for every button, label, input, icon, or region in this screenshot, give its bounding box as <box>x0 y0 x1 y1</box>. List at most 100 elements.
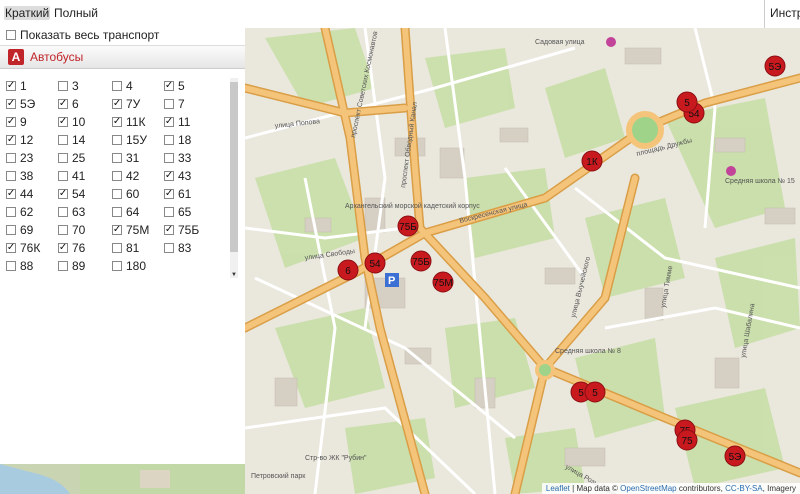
route-toggle[interactable]: ✓ 11К <box>112 114 145 130</box>
route-checkbox[interactable]: ✓ <box>58 99 68 109</box>
route-checkbox[interactable]: ✓ <box>112 99 122 109</box>
route-checkbox[interactable] <box>112 171 122 181</box>
route-toggle[interactable]: ✓ 76 <box>58 240 85 256</box>
route-checkbox[interactable] <box>58 171 68 181</box>
osm-link[interactable]: OpenStreetMap <box>620 484 676 493</box>
bus-marker[interactable]: 5 <box>676 91 698 113</box>
route-toggle[interactable]: ✓ 5 <box>164 78 185 94</box>
bus-marker[interactable]: 75Б <box>410 250 432 272</box>
bus-marker[interactable]: 75 <box>676 429 698 451</box>
show-all-checkbox[interactable] <box>6 30 16 40</box>
route-toggle[interactable]: 81 <box>112 240 139 256</box>
route-toggle[interactable]: 62 <box>6 204 33 220</box>
route-toggle[interactable]: ✓ 1 <box>6 78 27 94</box>
route-checkbox[interactable]: ✓ <box>164 117 174 127</box>
route-checkbox[interactable]: ✓ <box>164 189 174 199</box>
route-checkbox[interactable]: ✓ <box>164 225 174 235</box>
route-checkbox[interactable]: ✓ <box>6 99 16 109</box>
route-checkbox[interactable]: ✓ <box>58 117 68 127</box>
route-checkbox[interactable]: ✓ <box>164 81 174 91</box>
route-toggle[interactable]: 4 <box>112 78 133 94</box>
route-checkbox[interactable] <box>164 243 174 253</box>
route-checkbox[interactable] <box>112 81 122 91</box>
route-toggle[interactable]: 14 <box>58 132 85 148</box>
bus-section-header[interactable]: А Автобусы <box>0 45 245 69</box>
route-checkbox[interactable]: ✓ <box>6 243 16 253</box>
route-toggle[interactable]: ✓ 76К <box>6 240 40 256</box>
license-link[interactable]: CC-BY-SA <box>725 484 763 493</box>
route-toggle[interactable]: 31 <box>112 150 139 166</box>
route-toggle[interactable]: 41 <box>58 168 85 184</box>
route-toggle[interactable]: 88 <box>6 258 33 274</box>
route-toggle[interactable]: 18 <box>164 132 191 148</box>
route-toggle[interactable]: ✓ 11 <box>164 114 190 130</box>
route-toggle[interactable]: ✓ 5Э <box>6 96 35 112</box>
leaflet-link[interactable]: Leaflet <box>546 484 570 493</box>
route-checkbox[interactable] <box>58 207 68 217</box>
route-toggle[interactable]: 25 <box>58 150 85 166</box>
route-checkbox[interactable] <box>58 153 68 163</box>
route-toggle[interactable]: 69 <box>6 222 33 238</box>
route-toggle[interactable]: ✓ 7У <box>112 96 140 112</box>
route-checkbox[interactable]: ✓ <box>6 117 16 127</box>
tools-link[interactable]: Инстр <box>770 6 800 20</box>
route-checkbox[interactable] <box>112 261 122 271</box>
route-toggle[interactable]: 23 <box>6 150 33 166</box>
bus-marker[interactable]: 54 <box>364 252 386 274</box>
routes-scrollbar[interactable]: ▼ <box>230 78 238 278</box>
route-checkbox[interactable]: ✓ <box>112 117 122 127</box>
route-checkbox[interactable] <box>6 153 16 163</box>
route-checkbox[interactable] <box>164 99 174 109</box>
route-checkbox[interactable] <box>58 225 68 235</box>
bus-marker[interactable]: 75Б <box>397 215 419 237</box>
route-checkbox[interactable]: ✓ <box>6 189 16 199</box>
route-toggle[interactable]: 15У <box>112 132 147 148</box>
route-checkbox[interactable] <box>164 207 174 217</box>
route-checkbox[interactable] <box>164 153 174 163</box>
route-toggle[interactable]: 65 <box>164 204 191 220</box>
route-toggle[interactable]: 33 <box>164 150 191 166</box>
route-checkbox[interactable]: ✓ <box>58 243 68 253</box>
bus-marker[interactable]: 75М <box>432 271 454 293</box>
route-toggle[interactable]: 83 <box>164 240 191 256</box>
route-toggle[interactable]: ✓ 54 <box>58 186 85 202</box>
bus-marker[interactable]: 5 <box>584 381 606 403</box>
route-toggle[interactable]: ✓ 43 <box>164 168 191 184</box>
route-checkbox[interactable] <box>6 225 16 235</box>
bus-marker[interactable]: 1К <box>581 150 603 172</box>
route-toggle[interactable]: ✓ 10 <box>58 114 85 130</box>
route-checkbox[interactable]: ✓ <box>164 171 174 181</box>
route-checkbox[interactable] <box>58 261 68 271</box>
route-toggle[interactable]: 89 <box>58 258 85 274</box>
route-toggle[interactable]: 3 <box>58 78 79 94</box>
route-checkbox[interactable]: ✓ <box>58 189 68 199</box>
route-toggle[interactable]: ✓ 6 <box>58 96 79 112</box>
route-toggle[interactable]: ✓ 75М <box>112 222 149 238</box>
route-checkbox[interactable] <box>6 261 16 271</box>
route-checkbox[interactable] <box>112 207 122 217</box>
route-toggle[interactable]: ✓ 12 <box>6 132 33 148</box>
route-checkbox[interactable] <box>112 243 122 253</box>
route-checkbox[interactable] <box>164 135 174 145</box>
route-checkbox[interactable] <box>6 171 16 181</box>
route-toggle[interactable]: 180 <box>112 258 146 274</box>
route-toggle[interactable]: ✓ 75Б <box>164 222 199 238</box>
route-checkbox[interactable] <box>112 189 122 199</box>
route-checkbox[interactable] <box>6 207 16 217</box>
route-toggle[interactable]: 64 <box>112 204 139 220</box>
route-checkbox[interactable]: ✓ <box>6 81 16 91</box>
route-toggle[interactable]: ✓ 61 <box>164 186 191 202</box>
route-toggle[interactable]: 7 <box>164 96 185 112</box>
show-all-toggle[interactable]: Показать весь транспорт <box>6 28 159 42</box>
route-toggle[interactable]: 42 <box>112 168 139 184</box>
map-view[interactable]: P Воскресенская улица проспект Советских… <box>245 28 800 494</box>
scroll-thumb[interactable] <box>230 82 238 252</box>
tab-full[interactable]: Полный <box>53 6 99 20</box>
route-checkbox[interactable] <box>112 135 122 145</box>
route-checkbox[interactable]: ✓ <box>6 135 16 145</box>
route-toggle[interactable]: ✓ 44 <box>6 186 33 202</box>
tab-short[interactable]: Краткий <box>4 6 51 20</box>
route-checkbox[interactable] <box>112 153 122 163</box>
route-toggle[interactable]: 60 <box>112 186 139 202</box>
route-checkbox[interactable] <box>58 81 68 91</box>
